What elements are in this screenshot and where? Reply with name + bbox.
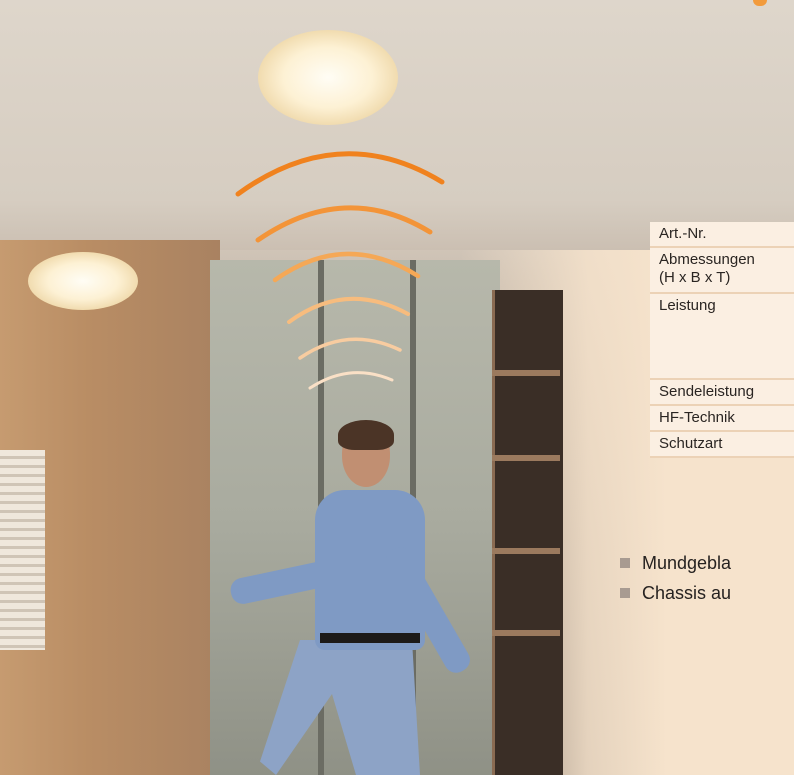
shelf-board (492, 630, 560, 636)
bookshelf (492, 290, 563, 775)
spec-row-hf-technik: HF-Technik (650, 404, 794, 430)
feature-item: Chassis au (620, 578, 731, 608)
ceiling-lamp-reflection (28, 252, 138, 310)
bullet-square-icon (620, 558, 630, 568)
spec-row-art-nr: Art.-Nr. (650, 222, 794, 246)
feature-item: Mundgebla (620, 548, 731, 578)
spec-label: Leistung (659, 297, 716, 314)
spec-label: Art.-Nr. (659, 225, 707, 242)
spec-label-sub: (H x B x T) (659, 269, 731, 286)
towel-radiator (0, 450, 45, 650)
spec-row-abmessungen: Abmessungen (H x B x T) (650, 246, 794, 292)
feature-list: Mundgebla Chassis au (620, 548, 731, 608)
spec-label: Schutzart (659, 435, 723, 452)
feature-text: Chassis au (642, 582, 732, 603)
spec-row-schutzart: Schutzart (650, 430, 794, 458)
shelf-board (492, 455, 560, 461)
spec-label: Sendeleistung (659, 383, 755, 400)
spec-table: Art.-Nr. Abmessungen (H x B x T) Leistun… (650, 222, 794, 458)
person-hair (338, 420, 394, 450)
ceiling-lamp (258, 30, 398, 125)
feature-text: Mundgebla (642, 552, 732, 573)
spec-row-sendeleistung: Sendeleistung (650, 378, 794, 404)
spec-label: Abmessungen (659, 251, 755, 268)
person-belt (320, 633, 420, 643)
shelf-board (492, 548, 560, 554)
ceiling (0, 0, 794, 250)
shelf-board (492, 370, 560, 376)
bullet-square-icon (620, 588, 630, 598)
spec-row-leistung: Leistung (650, 292, 794, 378)
spec-label: HF-Technik (659, 409, 735, 426)
